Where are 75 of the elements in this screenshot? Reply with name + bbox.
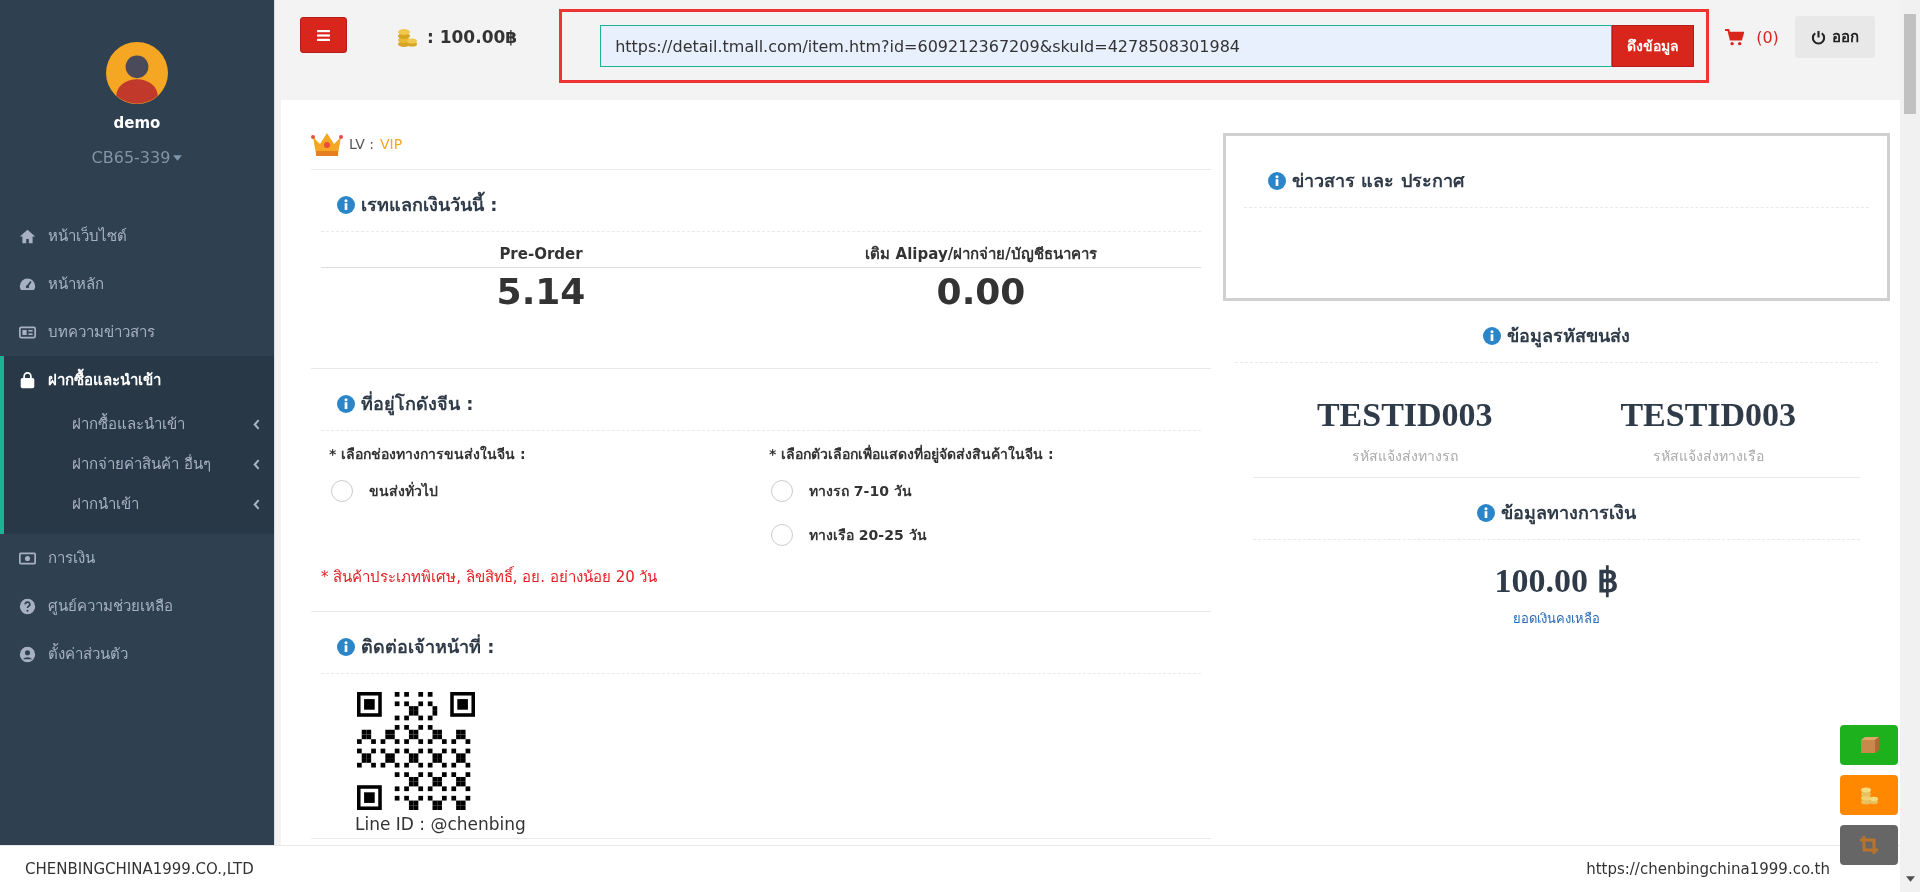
rate-label: เติม Alipay/ฝากจ่าย/บัญชีธนาคาร (761, 240, 1201, 268)
user-circle-icon (19, 645, 36, 663)
logout-button[interactable]: ออก (1794, 16, 1875, 58)
balance-amount: : 100.00฿ (427, 27, 518, 47)
section-title: เรทแลกเงินวันนี้ : (361, 190, 498, 219)
chevron-left-icon (253, 498, 260, 510)
chevron-left-icon (253, 418, 260, 430)
code-label: รหัสแจ้งส่งทางรถ (1350, 447, 1459, 466)
coins-icon (1859, 785, 1879, 805)
sidebar-item[interactable]: หน้าหลัก (4, 260, 274, 308)
radio-button[interactable] (771, 480, 793, 502)
rate-value: 5.14 (495, 270, 587, 314)
sidebar-item[interactable]: หน้าเว็บไซต์ (4, 212, 274, 260)
balance-link[interactable]: ยอดเงินคงเหลือ (1513, 608, 1600, 629)
sidebar-subitem[interactable]: ฝากจ่ายค่าสินค้า อื่นๆ (4, 444, 274, 484)
radio-button[interactable] (771, 524, 793, 546)
level-value: VIP (380, 135, 403, 152)
radio-button[interactable] (331, 480, 353, 502)
info-icon (1268, 171, 1286, 190)
section-title: ที่อยู่โกดังจีน : (361, 390, 474, 418)
shipping-code: TESTID003 (1619, 395, 1798, 435)
caret-down-icon (173, 154, 183, 161)
question-icon (19, 597, 36, 615)
section-title: ติดต่อเจ้าหน้าที่ : (361, 633, 495, 659)
url-field[interactable]: https://detail.tmall.com/item.htm?id=609212367209&skuId=4278508301984 (600, 25, 1613, 67)
field-label: * เลือกช่องทางการขนส่งในจีน : (328, 444, 527, 464)
site-url: https://chenbingchina1999.co.th (1586, 860, 1830, 878)
account-dropdown[interactable]: CB65-339 (91, 148, 183, 167)
warning-note: * สินค้าประเภทพิเศษ, ลิขสิทธิ์, อย. อย่างน้อย 20 วัน (321, 565, 659, 588)
level-label: LV : (349, 135, 374, 152)
fetch-button[interactable]: ดึงข้อมูล (1612, 25, 1695, 67)
sidebar-item[interactable]: ตั้งค่าส่วนตัว (4, 630, 274, 678)
info-icon (1477, 503, 1495, 522)
sidebar-subitem[interactable]: ฝากซื้อและนำเข้า (4, 404, 274, 444)
scroll-thumb[interactable] (1904, 14, 1916, 114)
section-title: ข้อมูลรหัสขนส่ง (1507, 324, 1630, 350)
info-icon (337, 637, 355, 656)
floating-button[interactable] (1840, 725, 1898, 765)
shopping-bag-icon (19, 371, 36, 389)
chevron-left-icon (253, 458, 260, 470)
sidebar-item[interactable]: ฝากซื้อและนำเข้า (4, 356, 274, 404)
info-icon (1483, 326, 1501, 345)
code-label: รหัสแจ้งส่งทางเรือ (1651, 447, 1765, 466)
rate-value: 0.00 (935, 270, 1027, 314)
power-icon (1810, 29, 1826, 45)
box-icon (1859, 735, 1879, 755)
radio-option[interactable]: ขนส่งทั่วไป (321, 469, 761, 513)
section-title: ข่าวสาร และ ประกาศ (1292, 169, 1464, 193)
menu-button[interactable] (300, 17, 347, 53)
section-title: ข้อมูลทางการเงิน (1501, 501, 1636, 527)
radio-option[interactable]: ทางรถ 7-10 วัน (761, 469, 1201, 513)
user-name: demo (113, 114, 161, 132)
crop-icon (1859, 835, 1879, 855)
sidebar-item[interactable]: การเงิน (4, 534, 274, 582)
coins-icon (397, 26, 417, 48)
info-icon (337, 394, 355, 413)
cart-link[interactable]: (0) (1725, 27, 1779, 47)
sidebar-item[interactable]: ศูนย์ความช่วยเหลือ (4, 582, 274, 630)
floating-button[interactable] (1840, 775, 1898, 815)
radio-option[interactable]: ทางเรือ 20-25 วัน (761, 513, 1201, 557)
line-id: Line ID : @chenbing (354, 814, 527, 834)
avatar-icon (106, 42, 168, 104)
menu-icon (317, 29, 330, 41)
rate-label: Pre-Order (321, 240, 761, 268)
floating-button[interactable] (1840, 825, 1898, 865)
sidebar-subitem[interactable]: ฝากนำเข้า (4, 484, 274, 524)
shipping-code: TESTID003 (1315, 395, 1494, 435)
info-icon (337, 195, 355, 214)
sidebar-item[interactable]: บทความข่าวสาร (4, 308, 274, 356)
field-label: * เลือกตัวเลือกเพื่อแสดงที่อยู่จัดส่งสินค้าในจีน : (768, 443, 1055, 465)
cart-icon (1725, 28, 1745, 46)
company-name: CHENBINGCHINA1999.CO.,LTD (25, 860, 254, 878)
home-icon (19, 227, 36, 245)
balance-total: 100.00 ฿ (1494, 561, 1619, 600)
scroll-down-arrow-icon (1905, 876, 1915, 882)
